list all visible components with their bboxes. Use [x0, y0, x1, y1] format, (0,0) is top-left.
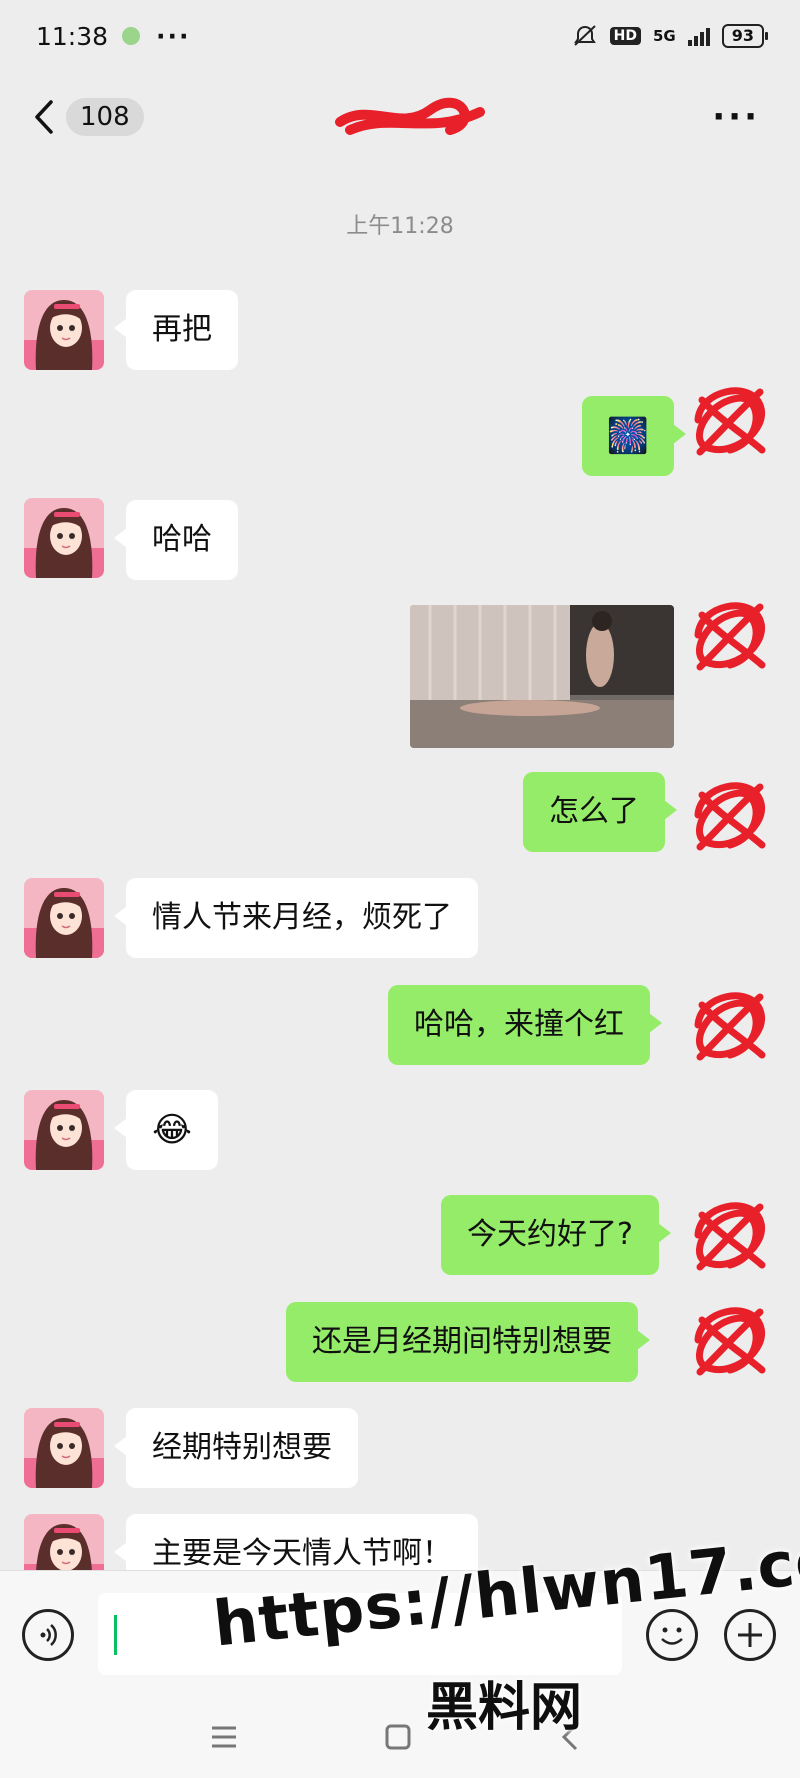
plus-icon — [738, 1623, 762, 1647]
home-icon[interactable] — [384, 1723, 412, 1751]
system-navigation-bar — [0, 1700, 800, 1778]
message-bubble-outgoing[interactable]: 怎么了 — [523, 772, 677, 852]
status-indicators: HD 5G 93 — [572, 24, 769, 48]
message-text: 再把 — [152, 312, 212, 347]
chat-header: 108 ··· — [0, 72, 800, 162]
message-text: 经期特别想要 — [152, 1430, 332, 1465]
my-avatar-redacted[interactable] — [690, 380, 770, 460]
status-time: 11:38 — [36, 21, 109, 51]
status-bar: 11:38 ··· HD 5G 93 — [0, 0, 800, 72]
image-message[interactable] — [410, 605, 674, 748]
message-bubble-outgoing[interactable]: 哈哈，来撞个红 — [388, 985, 662, 1065]
contact-avatar[interactable] — [24, 290, 104, 370]
my-avatar-redacted[interactable] — [690, 775, 770, 855]
message-text: 哈哈 — [152, 522, 212, 557]
message-bubble-incoming[interactable]: 再把 — [114, 290, 238, 370]
message-text: 怎么了 — [549, 794, 639, 829]
contact-avatar[interactable] — [24, 1408, 104, 1488]
message-bubble-outgoing[interactable]: 🎆 — [582, 396, 686, 476]
emoji-button[interactable] — [646, 1609, 698, 1661]
contact-avatar[interactable] — [24, 1090, 104, 1170]
message-text: 还是月经期间特别想要 — [312, 1324, 612, 1359]
smiley-icon — [661, 1627, 683, 1645]
message-text: 情人节来月经，烦死了 — [152, 900, 452, 935]
watermark-site-name: 黑料网 — [426, 1678, 583, 1738]
message-bubble-outgoing[interactable]: 今天约好了? — [441, 1195, 671, 1275]
crying-laughing-emoji: 😂 — [152, 1109, 192, 1150]
voice-input-button[interactable] — [22, 1609, 74, 1661]
signal-icon — [687, 26, 710, 46]
my-avatar-redacted[interactable] — [690, 595, 770, 675]
mute-bell-icon — [573, 25, 596, 46]
app-notification-icon — [122, 27, 141, 45]
voice-icon — [40, 1624, 57, 1646]
message-bubble-incoming[interactable]: 😂 — [114, 1090, 218, 1170]
message-bubble-incoming[interactable]: 情人节来月经，烦死了 — [114, 878, 478, 958]
contact-avatar[interactable] — [24, 878, 104, 958]
battery-icon: 93 — [721, 24, 769, 48]
menu-icon[interactable] — [210, 1724, 238, 1750]
contact-avatar[interactable] — [24, 498, 104, 578]
text-cursor — [114, 1615, 117, 1655]
more-functions-button[interactable] — [724, 1609, 776, 1661]
status-more-icon: ··· — [156, 21, 191, 51]
message-bubble-incoming[interactable]: 经期特别想要 — [114, 1408, 358, 1488]
message-timestamp: 上午11:28 — [346, 214, 454, 239]
chat-title-redacted — [330, 92, 490, 142]
message-text: 今天约好了? — [467, 1217, 633, 1252]
fireworks-emoji: 🎆 — [606, 415, 650, 456]
network-type: 5G — [652, 27, 676, 45]
back-icon[interactable] — [26, 97, 62, 137]
message-bubble-incoming[interactable]: 哈哈 — [114, 500, 238, 580]
message-bubble-outgoing[interactable]: 还是月经期间特别想要 — [286, 1302, 650, 1382]
hd-badge: HD — [609, 27, 641, 45]
chat-more-button[interactable]: ··· — [712, 97, 760, 137]
my-avatar-redacted[interactable] — [690, 1300, 770, 1380]
my-avatar-redacted[interactable] — [690, 985, 770, 1065]
unread-count-badge[interactable]: 108 — [66, 98, 144, 136]
my-avatar-redacted[interactable] — [690, 1195, 770, 1275]
message-text: 哈哈，来撞个红 — [414, 1007, 624, 1042]
